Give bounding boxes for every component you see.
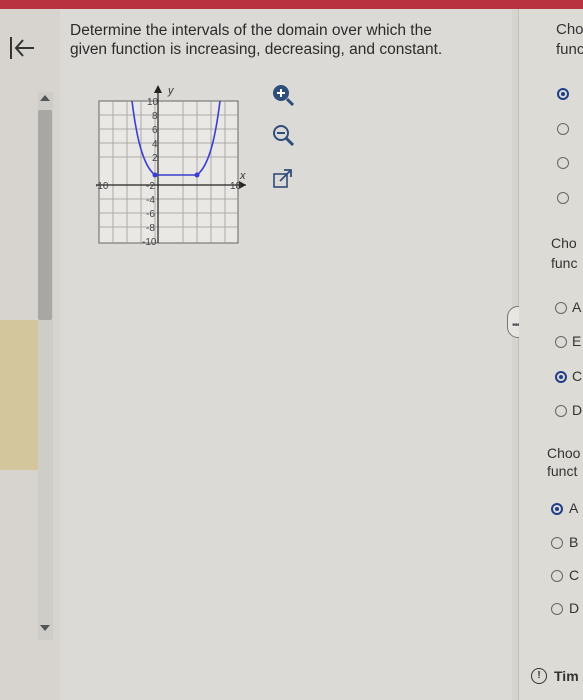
y-tick-neg6: -6	[146, 209, 155, 220]
vertical-scrollbar[interactable]	[38, 92, 62, 700]
y-tick-neg8: -8	[146, 223, 155, 234]
question-text: Determine the intervals of the domain ov…	[70, 21, 500, 59]
section1-prompt-line2: func	[556, 41, 583, 58]
section2-option-a-radio[interactable]	[555, 302, 567, 314]
section2-option-d-radio[interactable]	[555, 405, 567, 417]
back-arrow-icon	[10, 37, 34, 59]
function-graph: y x -10 10 10 8 6 4 2 -2 -4 -6 -8 -10	[94, 83, 246, 248]
external-link-icon	[273, 169, 292, 188]
y-tick-neg2: -2	[146, 181, 155, 192]
y-tick-6: 6	[152, 125, 158, 136]
section2-option-c-radio[interactable]	[555, 371, 567, 383]
section1-option-3-radio[interactable]	[557, 157, 569, 169]
popout-button[interactable]	[270, 166, 296, 192]
y-axis-arrow-icon	[154, 85, 162, 93]
section2-option-a-label: A	[572, 299, 582, 315]
back-button[interactable]	[6, 33, 38, 63]
scroll-up-arrow-icon[interactable]	[40, 95, 50, 101]
zoom-in-icon	[273, 85, 295, 107]
zoom-out-icon	[273, 125, 295, 147]
section3-option-d-radio[interactable]	[551, 603, 563, 615]
question-line-1: Determine the intervals of the domain ov…	[70, 22, 432, 39]
scroll-down-arrow-icon[interactable]	[40, 625, 50, 631]
zoom-in-button[interactable]	[270, 82, 296, 108]
closed-point-right	[194, 172, 200, 178]
section1-option-4-radio[interactable]	[557, 192, 569, 204]
y-tick-2: 2	[152, 153, 158, 164]
y-tick-10: 10	[147, 97, 159, 108]
zoom-out-button[interactable]	[270, 122, 296, 148]
section3-option-a-radio[interactable]	[551, 503, 563, 515]
question-line-2: given function is increasing, decreasing…	[70, 41, 443, 58]
y-tick-neg4: -4	[146, 195, 155, 206]
section3-option-c-label: C	[569, 567, 580, 583]
answer-pane: Cho func Cho func A E C D Choo funct A B…	[519, 9, 583, 700]
section2-option-c-label: C	[572, 368, 583, 384]
graph-svg: y x -10 10 10 8 6 4 2 -2 -4 -6 -8 -10	[94, 85, 246, 248]
x-tick-10: 10	[230, 181, 242, 192]
y-tick-8: 8	[152, 111, 158, 122]
section3-prompt-line2: funct	[547, 463, 578, 479]
timer-label[interactable]: Tim	[554, 668, 579, 684]
closed-point-left	[152, 172, 158, 178]
y-axis-label: y	[167, 85, 175, 97]
section1-option-2-radio[interactable]	[557, 123, 569, 135]
section1-option-1-radio[interactable]	[557, 88, 569, 100]
y-tick-neg10: -10	[142, 237, 157, 248]
graph-tools	[270, 82, 300, 192]
timer-icon[interactable]: !	[531, 668, 547, 684]
section2-option-d-label: D	[572, 402, 583, 418]
section3-option-d-label: D	[569, 600, 580, 616]
section2-prompt-line1: Cho	[551, 235, 577, 251]
scroll-thumb[interactable]	[38, 110, 52, 320]
section3-prompt-line1: Choo	[547, 445, 581, 461]
section2-option-e-radio[interactable]	[555, 336, 567, 348]
section3-option-b-radio[interactable]	[551, 537, 563, 549]
section1-prompt-line1: Cho	[556, 21, 583, 38]
y-tick-4: 4	[152, 139, 158, 150]
section3-option-a-label: A	[569, 500, 579, 516]
top-accent-bar	[0, 0, 583, 9]
section3-option-c-radio[interactable]	[551, 570, 563, 582]
section3-option-b-label: B	[569, 534, 579, 550]
side-highlight	[0, 320, 38, 470]
section2-prompt-line2: func	[551, 255, 578, 271]
x-tick-neg10: -10	[96, 181, 109, 192]
section2-option-e-label: E	[572, 333, 582, 349]
